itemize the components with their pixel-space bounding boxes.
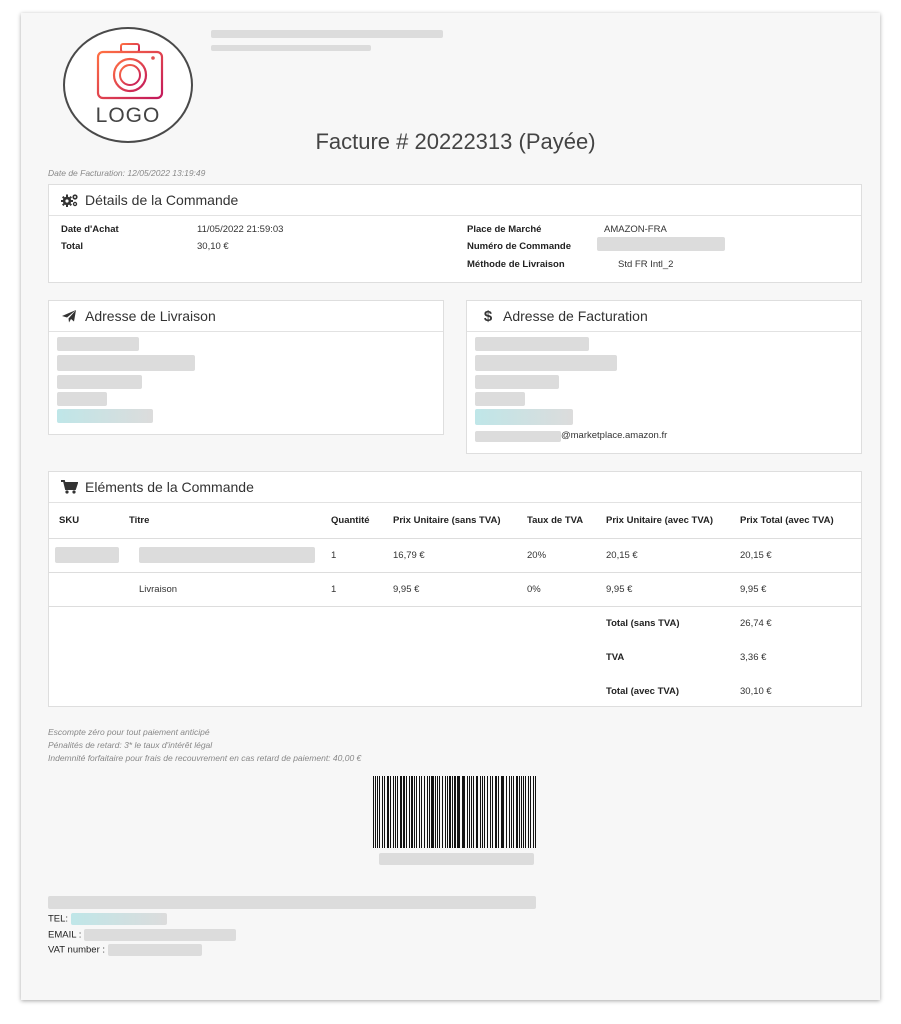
title-cell bbox=[129, 538, 331, 573]
shipping-phone-redacted bbox=[57, 409, 153, 423]
total-label: Total bbox=[61, 241, 83, 252]
billing-address-title: Adresse de Facturation bbox=[503, 308, 648, 324]
vat-rate-cell: 0% bbox=[527, 572, 606, 607]
gears-icon bbox=[61, 193, 79, 207]
shipping-address-title: Adresse de Livraison bbox=[85, 308, 216, 324]
total-value: 30,10 € bbox=[197, 241, 229, 252]
marketplace-label: Place de Marché bbox=[467, 224, 542, 235]
tel-label: TEL: bbox=[48, 913, 69, 925]
sku-redacted bbox=[55, 547, 119, 563]
email-label: EMAIL : bbox=[48, 929, 82, 941]
table-row: 1 16,79 € 20% 20,15 € 20,15 € bbox=[49, 538, 862, 573]
column-header-quantity: Quantité bbox=[331, 504, 393, 539]
column-header-sku: SKU bbox=[49, 504, 129, 539]
column-header-total-ttc: Prix Total (avec TVA) bbox=[740, 504, 862, 539]
billing-street-redacted bbox=[475, 355, 617, 371]
column-header-vat-rate: Taux de TVA bbox=[527, 504, 606, 539]
billing-city-redacted bbox=[475, 375, 559, 389]
billing-name-redacted bbox=[475, 337, 589, 351]
camera-icon bbox=[96, 43, 164, 100]
company-name-redacted bbox=[211, 30, 443, 38]
quantity-cell: 1 bbox=[331, 572, 393, 607]
vat-number-redacted bbox=[107, 944, 202, 956]
email-redacted bbox=[84, 929, 237, 941]
tel-redacted bbox=[70, 913, 167, 925]
sku-cell bbox=[49, 572, 129, 607]
billing-email-user-redacted bbox=[475, 431, 561, 442]
shipping-address-header: Adresse de Livraison bbox=[49, 301, 443, 332]
order-number-label: Numéro de Commande bbox=[467, 241, 571, 252]
email-line: EMAIL : bbox=[48, 929, 237, 941]
shipping-city-redacted bbox=[57, 375, 142, 389]
billing-address-panel: $ Adresse de Facturation @marketplace.am… bbox=[466, 300, 862, 454]
invoice-title: Facture # 20222313 (Payée) bbox=[315, 129, 596, 154]
legal-notes: Escompte zéro pour tout paiement anticip… bbox=[48, 726, 361, 765]
marketplace-value: AMAZON-FRA bbox=[604, 224, 667, 235]
grand-total-value: 30,10 € bbox=[740, 685, 772, 697]
vat-value: 3,36 € bbox=[740, 651, 767, 663]
billing-address-header: $ Adresse de Facturation bbox=[467, 301, 861, 332]
totals-row-vat: TVA 3,36 € bbox=[49, 640, 862, 674]
vat-number-label: VAT number : bbox=[48, 944, 106, 956]
note-recovery-fee: Indemnité forfaitaire pour frais de reco… bbox=[48, 753, 362, 763]
barcode-number-redacted bbox=[379, 853, 534, 865]
shipping-method-label: Méthode de Livraison bbox=[467, 259, 565, 270]
billing-email-domain: @marketplace.amazon.fr bbox=[561, 430, 668, 441]
paper-plane-icon bbox=[61, 309, 79, 323]
order-details-title: Détails de la Commande bbox=[85, 192, 239, 208]
order-number-redacted bbox=[597, 237, 725, 251]
totals-row-subtotal: Total (sans TVA) 26,74 € bbox=[49, 606, 862, 640]
order-items-title: Eléments de la Commande bbox=[85, 479, 254, 495]
column-header-title: Titre bbox=[129, 504, 331, 539]
order-items-header: Eléments de la Commande bbox=[49, 472, 861, 503]
title-cell: Livraison bbox=[129, 572, 331, 607]
billing-zip-redacted bbox=[475, 392, 525, 406]
unit-price-ttc-cell: 20,15 € bbox=[606, 538, 740, 573]
order-details-header: Détails de la Commande bbox=[49, 185, 861, 216]
barcode bbox=[373, 776, 536, 848]
company-footer-redacted bbox=[48, 896, 536, 909]
unit-price-ht-cell: 16,79 € bbox=[393, 538, 527, 573]
totals-row-grand-total: Total (avec TVA) 30,10 € bbox=[49, 674, 862, 708]
order-items-panel: Eléments de la Commande SKU Titre Quanti… bbox=[48, 471, 862, 707]
grand-total-label: Total (avec TVA) bbox=[606, 685, 680, 697]
column-header-unit-price-ht: Prix Unitaire (sans TVA) bbox=[393, 504, 527, 539]
order-details-panel: Détails de la Commande Date d'Achat 11/0… bbox=[48, 184, 862, 283]
shipping-street-redacted bbox=[57, 355, 195, 371]
shipping-name-redacted bbox=[57, 337, 139, 351]
dollar-icon: $ bbox=[483, 307, 493, 325]
total-ttc-cell: 9,95 € bbox=[740, 572, 862, 607]
note-discount: Escompte zéro pour tout paiement anticip… bbox=[48, 727, 210, 737]
company-address-redacted bbox=[211, 45, 371, 51]
quantity-cell: 1 bbox=[331, 538, 393, 573]
column-header-unit-price-ttc: Prix Unitaire (avec TVA) bbox=[606, 504, 740, 539]
shipping-zip-redacted bbox=[57, 392, 107, 406]
company-logo: LOGO bbox=[63, 27, 193, 143]
shipping-address-panel: Adresse de Livraison bbox=[48, 300, 444, 435]
note-late-penalty: Pénalités de retard: 3* le taux d'intérê… bbox=[48, 740, 213, 750]
invoice-date: Date de Facturation: 12/05/2022 13:19:49 bbox=[48, 168, 206, 178]
product-title-redacted bbox=[139, 547, 315, 563]
unit-price-ttc-cell: 9,95 € bbox=[606, 572, 740, 607]
table-header-row: SKU Titre Quantité Prix Unitaire (sans T… bbox=[49, 504, 862, 539]
vat-rate-cell: 20% bbox=[527, 538, 606, 573]
vat-label: TVA bbox=[606, 651, 625, 663]
purchase-date-label: Date d'Achat bbox=[61, 224, 119, 235]
unit-price-ht-cell: 9,95 € bbox=[393, 572, 527, 607]
sku-cell bbox=[49, 538, 129, 573]
logo-text: LOGO bbox=[95, 104, 161, 127]
invoice-sheet: LOGO Facture # 20222313 (Payée) Date de … bbox=[21, 13, 880, 1000]
cart-icon bbox=[61, 480, 79, 494]
shipping-method-value: Std FR Intl_2 bbox=[618, 259, 674, 270]
vat-line: VAT number : bbox=[48, 944, 202, 956]
subtotal-label: Total (sans TVA) bbox=[606, 617, 680, 629]
table-row: Livraison 1 9,95 € 0% 9,95 € 9,95 € bbox=[49, 572, 862, 607]
order-items-table: SKU Titre Quantité Prix Unitaire (sans T… bbox=[49, 504, 862, 708]
subtotal-value: 26,74 € bbox=[740, 617, 772, 629]
billing-phone-redacted bbox=[475, 409, 573, 425]
total-ttc-cell: 20,15 € bbox=[740, 538, 862, 573]
tel-line: TEL: bbox=[48, 913, 167, 925]
purchase-date-value: 11/05/2022 21:59:03 bbox=[197, 224, 284, 235]
